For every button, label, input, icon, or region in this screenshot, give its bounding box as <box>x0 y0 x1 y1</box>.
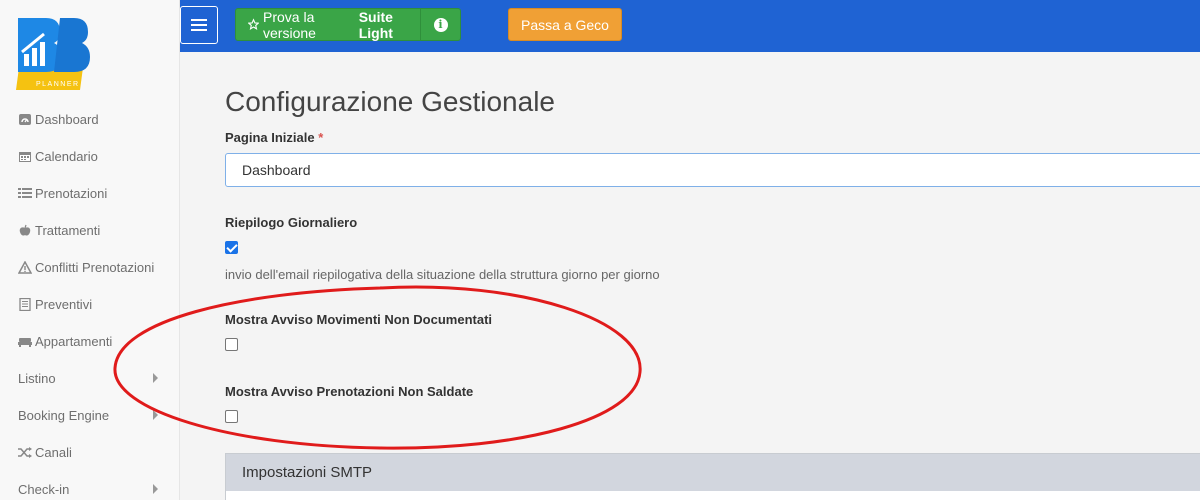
warning-icon <box>18 261 32 274</box>
list-icon <box>18 188 32 198</box>
info-icon: i <box>433 17 448 32</box>
logo-subtext: PLANNER <box>36 81 80 88</box>
suite-bold-text: Suite Light <box>358 8 393 41</box>
chevron-right-icon <box>153 373 158 383</box>
sidebar-item-dashboard[interactable]: Dashboard <box>0 101 180 138</box>
pagina-iniziale-value: Dashboard <box>242 162 311 178</box>
sidebar-item-label: Check-in <box>18 482 70 497</box>
smtp-panel-header[interactable]: Impostazioni SMTP <box>226 454 1200 491</box>
document-icon <box>19 298 31 311</box>
riepilogo-giornaliero-label: Riepilogo Giornaliero <box>225 215 358 230</box>
riepilogo-help-text: invio dell'email riepilogativa della sit… <box>225 267 660 282</box>
prenotazioni-non-saldate-checkbox[interactable] <box>225 410 238 423</box>
apple-icon <box>19 224 31 236</box>
menu-toggle-button[interactable] <box>180 6 218 44</box>
switch-to-geco-button[interactable]: Passa a Geco <box>508 8 622 41</box>
bb-planner-logo[interactable]: PLANNER <box>14 14 90 92</box>
required-marker: * <box>318 130 324 145</box>
sidebar-item-prenotazioni[interactable]: Prenotazioni <box>0 175 180 212</box>
sidebar-item-label: Calendario <box>35 149 98 164</box>
sidebar-item-booking-engine[interactable]: Booking Engine <box>0 397 180 434</box>
sidebar: PLANNER Dashboard Calendario Prenotazion… <box>0 0 180 500</box>
chevron-right-icon <box>153 410 158 420</box>
sidebar-item-appartamenti[interactable]: Appartamenti <box>0 323 180 360</box>
sidebar-item-label: Trattamenti <box>35 223 101 238</box>
sidebar-menu: Dashboard Calendario Prenotazioni Tratta… <box>0 101 180 500</box>
try-suite-light-label[interactable]: Prova la versione Suite Light <box>236 8 420 41</box>
dashboard-icon <box>19 114 31 125</box>
movimenti-non-documentati-checkbox[interactable] <box>225 338 238 351</box>
sidebar-item-check-in[interactable]: Check-in <box>0 471 180 500</box>
smtp-settings-panel: Impostazioni SMTP <box>225 453 1200 500</box>
suite-info-button[interactable]: i <box>420 9 460 40</box>
calendar-icon <box>19 152 31 162</box>
try-suite-light-button[interactable]: Prova la versione Suite Light i <box>235 8 461 41</box>
hamburger-icon <box>191 19 207 21</box>
sidebar-item-label: Listino <box>18 371 56 386</box>
sidebar-item-label: Appartamenti <box>35 334 113 349</box>
sidebar-item-preventivi[interactable]: Preventivi <box>0 286 180 323</box>
highlight-annotation-ellipse <box>113 285 642 450</box>
sidebar-item-label: Prenotazioni <box>35 186 108 201</box>
prenotazioni-non-saldate-label: Mostra Avviso Prenotazioni Non Saldate <box>225 384 474 399</box>
bed-icon <box>18 338 32 347</box>
suite-prefix-text: Prova la versione <box>263 8 316 41</box>
shuffle-icon <box>18 447 32 458</box>
sidebar-item-label: Booking Engine <box>18 408 110 423</box>
sidebar-item-calendario[interactable]: Calendario <box>0 138 180 175</box>
sidebar-item-canali[interactable]: Canali <box>0 434 180 471</box>
sidebar-item-label: Canali <box>35 445 72 460</box>
page-title: Configurazione Gestionale <box>225 86 555 117</box>
movimenti-non-documentati-label: Mostra Avviso Movimenti Non Documentati <box>225 312 493 327</box>
top-navbar: Prova la versione Suite Light i Passa a … <box>180 0 1200 52</box>
sidebar-item-label: Conflitti Prenotazioni <box>35 260 155 275</box>
sidebar-item-trattamenti[interactable]: Trattamenti <box>0 212 180 249</box>
sidebar-item-listino[interactable]: Listino <box>0 360 180 397</box>
sidebar-item-conflitti-prenotazioni[interactable]: Conflitti Prenotazioni <box>0 249 180 286</box>
sidebar-item-label: Dashboard <box>35 112 99 127</box>
sidebar-item-label: Preventivi <box>35 297 93 312</box>
chevron-right-icon <box>153 484 158 494</box>
pagina-iniziale-label: Pagina Iniziale * <box>225 130 324 145</box>
pagina-iniziale-select[interactable]: Dashboard <box>225 153 1200 187</box>
riepilogo-giornaliero-checkbox[interactable] <box>225 241 238 254</box>
star-icon <box>248 18 260 30</box>
